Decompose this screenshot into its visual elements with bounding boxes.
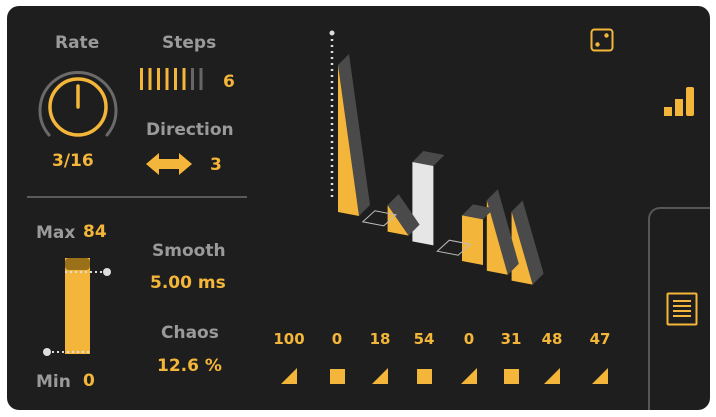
square-shape-icon[interactable] <box>329 368 347 386</box>
axis-top-dot <box>329 30 335 36</box>
lfo-device-panel: Rate 3/16 Steps 6 Direction 3 Max 84 Min… <box>7 6 710 410</box>
sequence-step-bar[interactable] <box>462 215 483 265</box>
ramp-shape-icon[interactable] <box>461 368 479 386</box>
square-shape-icon[interactable] <box>416 368 434 386</box>
sequence-step-bar[interactable] <box>412 162 434 246</box>
ramp-shape-icon[interactable] <box>372 368 390 386</box>
ramp-shape-icon[interactable] <box>592 368 610 386</box>
step-value-label[interactable]: 47 <box>578 330 622 348</box>
step-sequence-view[interactable] <box>7 6 710 410</box>
ramp-shape-icon[interactable] <box>281 368 299 386</box>
step-value-label[interactable]: 18 <box>358 330 402 348</box>
step-value-label[interactable]: 48 <box>530 330 574 348</box>
step-value-label[interactable]: 31 <box>489 330 533 348</box>
square-shape-icon[interactable] <box>503 368 521 386</box>
ramp-shape-icon[interactable] <box>544 368 562 386</box>
step-value-label[interactable]: 0 <box>447 330 491 348</box>
step-value-label[interactable]: 100 <box>267 330 311 348</box>
step-value-label[interactable]: 0 <box>315 330 359 348</box>
step-value-label[interactable]: 54 <box>402 330 446 348</box>
